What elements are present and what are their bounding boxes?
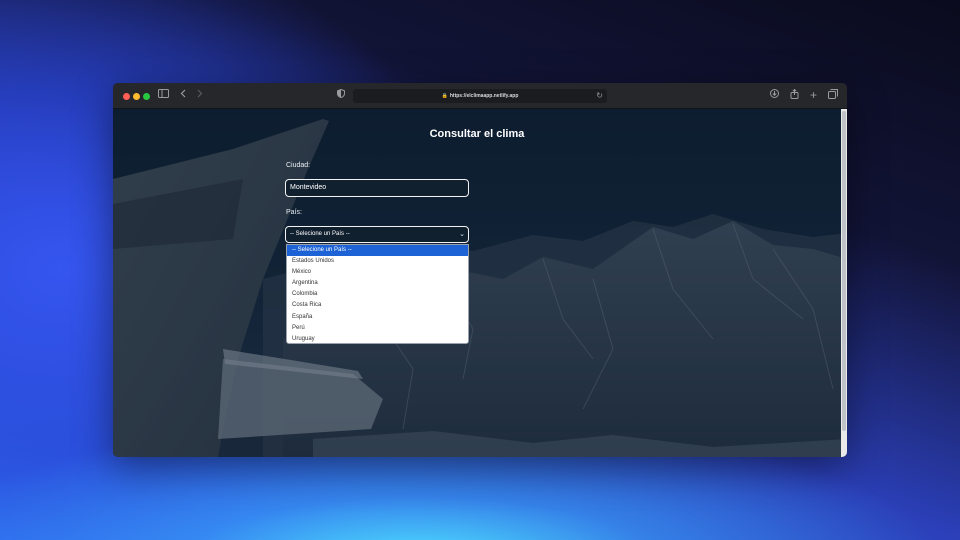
share-icon[interactable]: [790, 88, 799, 103]
country-option[interactable]: -- Selecione un País --: [287, 245, 468, 257]
country-option[interactable]: Argentina: [287, 278, 468, 289]
lock-icon: 🔒: [441, 93, 448, 99]
minimize-window-button[interactable]: [133, 93, 140, 100]
sidebar-icon[interactable]: [158, 89, 169, 103]
country-select[interactable]: -- Selecione un País -- ⌄: [285, 226, 469, 243]
country-option[interactable]: México: [287, 267, 468, 278]
country-option[interactable]: Costa Rica: [287, 300, 468, 311]
chevron-down-icon: ⌄: [459, 231, 465, 238]
web-page: Consultar el clima Ciudad: Montevideo Pa…: [113, 109, 847, 457]
browser-toolbar: 🔒 https://elclimaapp.netlify.app ↻ +: [113, 83, 847, 109]
city-label: Ciudad:: [286, 162, 311, 169]
city-input[interactable]: Montevideo: [285, 179, 469, 197]
maximize-window-button[interactable]: [143, 93, 150, 100]
shield-icon[interactable]: [337, 88, 345, 103]
address-bar[interactable]: 🔒 https://elclimaapp.netlify.app ↻: [353, 89, 607, 103]
browser-window: 🔒 https://elclimaapp.netlify.app ↻ + Con…: [113, 83, 847, 457]
url-text: https://elclimaapp.netlify.app: [449, 93, 519, 99]
new-tab-icon[interactable]: +: [810, 88, 817, 102]
page-scrollbar[interactable]: [841, 109, 847, 457]
download-icon[interactable]: [770, 89, 779, 103]
country-dropdown-list: -- Selecione un País -- Estados Unidos M…: [286, 244, 469, 344]
mountain-background-image: [113, 109, 847, 457]
country-option[interactable]: Estados Unidos: [287, 256, 468, 267]
close-window-button[interactable]: [123, 93, 130, 100]
country-option[interactable]: Colombia: [287, 289, 468, 300]
country-select-value: -- Selecione un País --: [290, 231, 350, 237]
country-label: País:: [286, 209, 302, 216]
forward-icon[interactable]: [196, 89, 203, 103]
tabs-overview-icon[interactable]: [828, 89, 838, 103]
back-icon[interactable]: [180, 89, 187, 103]
country-option[interactable]: Perú: [287, 323, 468, 334]
country-option[interactable]: Uruguay: [287, 334, 468, 343]
country-option[interactable]: España: [287, 312, 468, 323]
scrollbar-thumb[interactable]: [842, 111, 846, 431]
page-title: Consultar el clima: [429, 128, 525, 140]
reload-icon[interactable]: ↻: [596, 89, 603, 103]
